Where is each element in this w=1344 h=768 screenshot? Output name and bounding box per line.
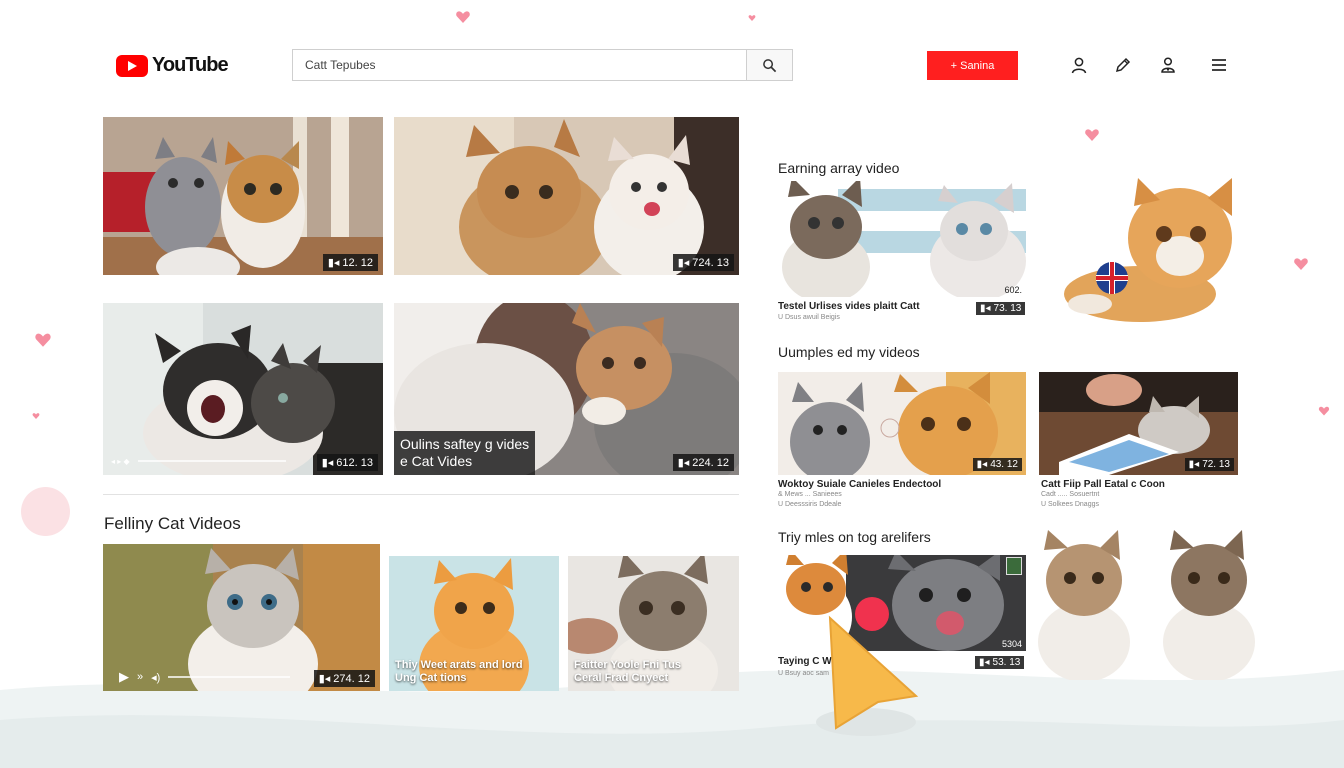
- right-section-title: Triy mles on tog arelifers: [778, 529, 931, 545]
- views-icon: ▮◂: [980, 303, 991, 314]
- video-thumbnail[interactable]: ▮◂ 12. 12: [103, 117, 383, 275]
- duration-badge: ▮◂ 53. 13: [975, 656, 1025, 669]
- right-section-title: Earning array video: [778, 160, 900, 176]
- badge-text: 43. 12: [990, 459, 1018, 470]
- heart-icon: [32, 413, 40, 419]
- play-logo-icon: [116, 54, 148, 77]
- video-thumbnail[interactable]: Faitter Yoole Fni Tus Ceral Frad Cnyect: [568, 556, 739, 691]
- search-icon: [763, 58, 777, 72]
- video-meta: & Mews ... Sanieees: [778, 491, 842, 498]
- thumbnail-caption: Faitter Yoole Fni Tus Ceral Frad Cnyect: [574, 659, 681, 684]
- views-icon: ▮◂: [1188, 459, 1200, 470]
- search-button[interactable]: [746, 49, 793, 81]
- video-thumbnail[interactable]: Thiy Weet arats and lord Ung Cat tions: [389, 556, 559, 691]
- cursor-icon: [816, 615, 919, 736]
- views-icon: ▮◂: [976, 459, 988, 470]
- video-thumbnail[interactable]: ◂ ▸ ◆ ▮◂ 612. 13: [103, 303, 383, 475]
- search-box[interactable]: [292, 49, 747, 81]
- search-input[interactable]: [293, 50, 746, 80]
- progress-track[interactable]: [137, 460, 286, 462]
- video-thumbnail[interactable]: ▮◂ 724. 13: [394, 117, 739, 275]
- views-icon: ▮◂: [327, 257, 340, 269]
- user-icon[interactable]: [1069, 55, 1089, 75]
- video-thumbnail[interactable]: Oulins saftey g vides e Cat Vides ▮◂ 224.…: [394, 303, 739, 475]
- duration-badge: ▮◂ 612. 13: [316, 454, 378, 471]
- play-icon[interactable]: ▶: [119, 669, 129, 685]
- video-thumbnail[interactable]: 602.: [778, 181, 1026, 297]
- video-meta: U Deesssiris Ddeale: [778, 501, 842, 508]
- views-icon: ▮◂: [318, 673, 331, 685]
- badge-text: 612. 13: [336, 456, 373, 469]
- progress-track[interactable]: [168, 676, 291, 678]
- section-divider: [103, 494, 739, 495]
- views-icon: ▮◂: [321, 457, 334, 469]
- skip-icon[interactable]: »: [137, 671, 143, 683]
- two-kittens-image: [1038, 530, 1255, 680]
- heart-icon: [456, 11, 470, 23]
- video-thumbnail[interactable]: ▮◂ 72. 13: [1039, 372, 1238, 475]
- account-icon[interactable]: [1158, 55, 1178, 75]
- duration-badge: ▮◂ 73. 13: [976, 302, 1026, 315]
- video-meta: U Solkees Dnaggs: [1041, 501, 1099, 508]
- views-icon: ▮◂: [979, 657, 990, 668]
- video-title[interactable]: Woktoy Suiale Canieles Endectool: [778, 479, 941, 490]
- overlay-text: Oulins saftey g vides e Cat Vides: [400, 436, 530, 469]
- badge-text: 224. 12: [692, 456, 729, 469]
- section-title: Felliny Cat Videos: [104, 514, 241, 533]
- video-title[interactable]: Catt Fiip Pall Eatal c Coon: [1041, 479, 1165, 490]
- right-section-title: Uumples ed my videos: [778, 344, 920, 360]
- two-cats-image: [103, 117, 383, 275]
- heart-icon: [1294, 258, 1308, 270]
- volume-icon[interactable]: ◂): [151, 671, 160, 684]
- duration-badge: ▮◂ 12. 12: [322, 254, 378, 271]
- views-icon: ▮◂: [677, 257, 690, 269]
- two-cats-image: [394, 117, 739, 275]
- duration-badge: ▮◂ 724. 13: [672, 254, 734, 271]
- channel-avatar[interactable]: [1006, 557, 1022, 575]
- badge-text: 72. 13: [1202, 459, 1230, 470]
- badge-text: 73. 13: [993, 303, 1022, 314]
- two-kittens-image: [778, 181, 1026, 297]
- edit-icon[interactable]: [1113, 55, 1133, 75]
- logo-text: YouTube: [152, 54, 229, 76]
- video-meta: Cadt ..... Sosuertnt: [1041, 491, 1100, 498]
- badge-text: 53. 13: [992, 657, 1021, 668]
- thumbnail-caption: Thiy Weet arats and lord Ung Cat tions: [395, 659, 523, 684]
- create-button[interactable]: + Sanina: [927, 51, 1018, 80]
- badge-text: 274. 12: [333, 672, 370, 685]
- badge-text: 12. 12: [342, 256, 373, 269]
- views-icon: ▮◂: [677, 457, 690, 469]
- heart-icon: [748, 15, 756, 21]
- corner-label: 5304: [1001, 639, 1022, 649]
- duration-badge: ▮◂ 224. 12: [672, 454, 734, 471]
- heart-icon: [1085, 129, 1099, 141]
- video-meta: U Dsus awuil Beigis: [778, 314, 840, 321]
- video-overlay-title: Oulins saftey g vides e Cat Vides: [394, 431, 536, 475]
- video-title[interactable]: Testel Urlises vides plaitt Catt: [778, 301, 920, 312]
- youtube-logo[interactable]: YouTube: [116, 54, 229, 77]
- duration-badge: ▮◂ 72. 13: [1184, 458, 1234, 471]
- play-icon[interactable]: ◂ ▸ ◆: [111, 457, 130, 466]
- heart-icon: [35, 333, 51, 347]
- cat-with-flag-image: [1064, 178, 1232, 322]
- duration-badge: ▮◂ 274. 12: [313, 670, 375, 687]
- badge-text: 724. 13: [692, 256, 729, 269]
- corner-label: 602.: [1004, 285, 1022, 295]
- menu-icon[interactable]: [1209, 55, 1229, 75]
- duration-badge: ▮◂ 43. 12: [972, 458, 1022, 471]
- video-player[interactable]: ▶ » ◂) ▮◂ 274. 12: [103, 544, 380, 691]
- decor-circle: [21, 487, 70, 536]
- heart-icon: [1318, 406, 1330, 416]
- video-thumbnail[interactable]: ▮◂ 43. 12: [778, 372, 1026, 475]
